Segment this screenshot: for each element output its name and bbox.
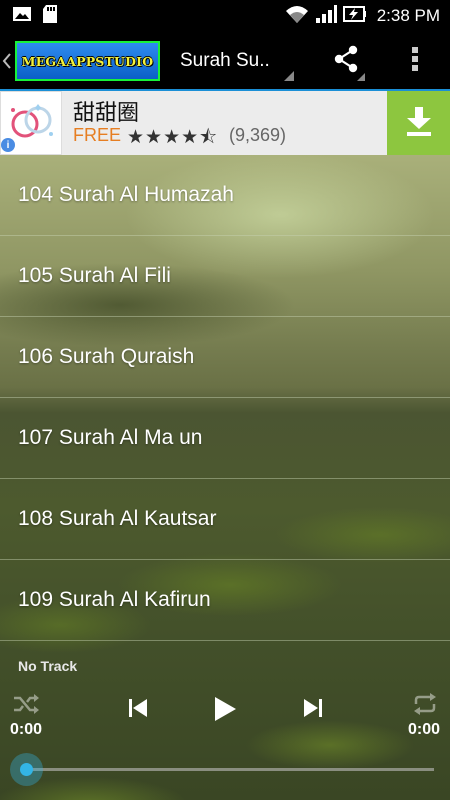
- image-icon: [12, 5, 32, 28]
- sd-card-icon: [42, 4, 58, 29]
- back-chevron-icon[interactable]: [0, 32, 14, 90]
- previous-icon[interactable]: [127, 697, 149, 724]
- app-logo-text: MEGAAPPSTUDIO: [21, 53, 154, 69]
- ad-rating-count: (9,369): [229, 125, 287, 145]
- battery-charging-icon: [342, 4, 367, 29]
- list-item-label: 105 Surah Al Fili: [18, 264, 171, 287]
- status-time: 2:38 PM: [376, 6, 440, 25]
- list-item[interactable]: 109 Surah Al Kafirun: [0, 560, 450, 641]
- share-button[interactable]: [322, 32, 370, 90]
- ad-download-button[interactable]: [387, 91, 450, 155]
- ad-price: FREE: [73, 125, 122, 145]
- list-item[interactable]: 107 Surah Al Ma un: [0, 398, 450, 479]
- signal-icon: [315, 4, 337, 29]
- list-item[interactable]: 104 Surah Al Humazah: [0, 155, 450, 236]
- list-item-label: 106 Surah Quraish: [18, 345, 195, 368]
- shuffle-icon[interactable]: [12, 692, 40, 721]
- repeat-icon[interactable]: [412, 692, 438, 721]
- overflow-menu-icon: [411, 46, 419, 77]
- list-item[interactable]: 108 Surah Al Kautsar: [0, 479, 450, 560]
- list-item-label: 108 Surah Al Kautsar: [18, 507, 217, 530]
- share-icon: [332, 44, 360, 79]
- app-logo[interactable]: MEGAAPPSTUDIO: [15, 41, 160, 81]
- overflow-menu-button[interactable]: [395, 32, 435, 90]
- list-item-label: 107 Surah Al Ma un: [18, 426, 203, 449]
- list-item[interactable]: 106 Surah Quraish: [0, 317, 450, 398]
- action-bar: MEGAAPPSTUDIO Surah Su..: [0, 32, 450, 90]
- status-bar: 2:38 PM: [0, 0, 450, 32]
- ad-banner[interactable]: i 甜甜圈 FREE ★★★★⯪ (9,369): [0, 91, 450, 155]
- download-icon: [404, 105, 434, 142]
- player-panel: No Track 0:00 0:00: [0, 655, 450, 800]
- spinner-indicator-icon: [284, 71, 294, 81]
- track-name: No Track: [18, 658, 78, 674]
- surah-list: 104 Surah Al Humazah 105 Surah Al Fili 1…: [0, 155, 450, 641]
- list-item-label: 109 Surah Al Kafirun: [18, 588, 211, 611]
- elapsed-time: 0:00: [10, 721, 43, 738]
- action-bar-title: Surah Su..: [180, 50, 270, 71]
- seek-bar-thumb[interactable]: [10, 753, 43, 786]
- wifi-icon: [285, 4, 309, 29]
- title-spinner[interactable]: Surah Su..: [170, 32, 297, 90]
- list-item[interactable]: 105 Surah Al Fili: [0, 236, 450, 317]
- ad-app-icon[interactable]: i: [0, 91, 62, 155]
- play-icon[interactable]: [212, 695, 238, 728]
- list-item-label: 104 Surah Al Humazah: [18, 183, 234, 206]
- share-submenu-indicator-icon: [357, 73, 365, 81]
- total-duration: 0:00: [407, 721, 440, 738]
- ad-rating-stars: ★★★★⯪: [127, 126, 219, 148]
- next-icon[interactable]: [302, 697, 324, 724]
- seek-bar-track[interactable]: [26, 768, 434, 771]
- info-icon[interactable]: i: [1, 138, 15, 152]
